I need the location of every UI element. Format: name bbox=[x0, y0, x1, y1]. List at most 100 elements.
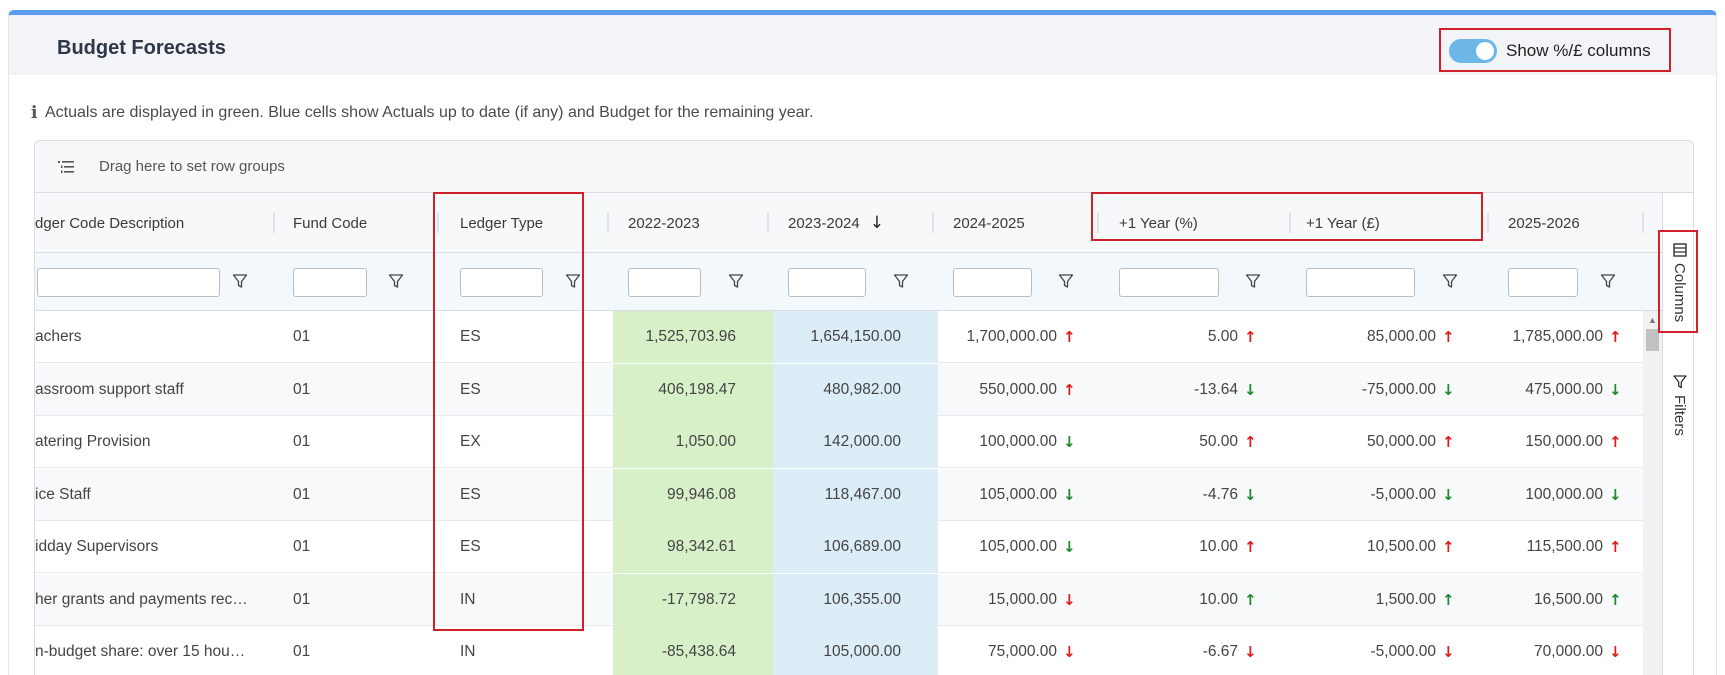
column-header-fund[interactable]: Fund Code bbox=[293, 193, 367, 253]
filter-input-desc[interactable] bbox=[37, 268, 220, 297]
cell-y2425: 100,000.00 ↓ bbox=[938, 416, 1102, 468]
table-row[interactable]: idday Supervisors 01 ES 98,342.61 106,689.00… bbox=[35, 521, 1662, 573]
arrow-down-icon: ↓ bbox=[1609, 380, 1622, 399]
cell-y2223: 1,050.00 bbox=[613, 416, 773, 468]
arrow-down-icon: ↓ bbox=[1442, 485, 1455, 504]
arrow-up-icon: ↑ bbox=[1063, 328, 1076, 346]
column-resize-handle[interactable] bbox=[1487, 213, 1489, 233]
filter-input-fund[interactable] bbox=[293, 268, 367, 297]
column-header-y2425[interactable]: 2024-2025 bbox=[953, 193, 1025, 253]
cell-fund: 01 bbox=[293, 469, 419, 521]
cell-y2324: 105,000.00 bbox=[773, 626, 938, 675]
cell-pct: -6.67 ↓ bbox=[1104, 626, 1291, 675]
cell-value: -13.64 bbox=[1194, 380, 1238, 398]
column-header-label: 2024-2025 bbox=[953, 214, 1025, 232]
cell-y2526: 16,500.00 ↑ bbox=[1493, 574, 1643, 626]
filter-icon[interactable] bbox=[232, 273, 248, 289]
cell-y2324: 1,654,150.00 bbox=[773, 311, 938, 363]
filter-icon[interactable] bbox=[1442, 273, 1458, 289]
arrow-up-icon: ↑ bbox=[1442, 328, 1455, 346]
cell-pct: -4.76 ↓ bbox=[1104, 469, 1291, 521]
cell-y2425: 75,000.00 ↓ bbox=[938, 626, 1102, 675]
column-resize-handle[interactable] bbox=[437, 213, 439, 233]
table-row[interactable]: assroom support staff 01 ES 406,198.47 480,9… bbox=[35, 363, 1662, 416]
cell-gbp: -75,000.00 ↓ bbox=[1291, 364, 1489, 416]
column-header-y2324[interactable]: 2023-2024 ↓ bbox=[788, 193, 884, 253]
column-header-label: 2023-2024 bbox=[788, 214, 860, 232]
arrow-down-icon: ↓ bbox=[1609, 485, 1622, 504]
cell-value: 150,000.00 bbox=[1525, 433, 1603, 450]
cell-value: ES bbox=[460, 538, 481, 555]
cell-value: 106,689.00 bbox=[823, 538, 901, 555]
cell-ledger: ES bbox=[460, 521, 595, 573]
row-group-text: Drag here to set row groups bbox=[99, 158, 285, 175]
sort-descending-icon[interactable]: ↓ bbox=[870, 213, 884, 233]
cell-value: 10,500.00 bbox=[1367, 538, 1436, 555]
filter-input-y2526[interactable] bbox=[1508, 268, 1578, 297]
column-header-desc[interactable]: dger Code Description bbox=[35, 193, 184, 253]
columns-tab[interactable]: Columns bbox=[1663, 243, 1693, 322]
filter-input-y2223[interactable] bbox=[628, 268, 701, 297]
cell-value: 50.00 bbox=[1199, 433, 1238, 450]
filter-icon[interactable] bbox=[1245, 273, 1261, 289]
table-row[interactable]: ice Staff 01 ES 99,946.08 118,467.00 105,000.… bbox=[35, 468, 1662, 521]
column-resize-handle[interactable] bbox=[1642, 213, 1644, 233]
cell-y2425: 1,700,000.00 ↑ bbox=[938, 311, 1102, 363]
column-resize-handle[interactable] bbox=[932, 213, 934, 233]
cell-gbp: 1,500.00 ↑ bbox=[1291, 574, 1489, 626]
arrow-up-icon: ↑ bbox=[1609, 590, 1622, 609]
table-row[interactable]: n-budget share: over 15 hou… 01 IN -85,438.… bbox=[35, 626, 1662, 675]
table-row[interactable]: atering Provision 01 EX 1,050.00 142,000.00 1… bbox=[35, 416, 1662, 468]
filter-icon[interactable] bbox=[728, 273, 744, 289]
cell-value: 70,000.00 bbox=[1534, 643, 1603, 660]
table-row[interactable]: achers 01 ES 1,525,703.96 1,654,150.00 1,700,… bbox=[35, 311, 1662, 363]
cell-value: ES bbox=[460, 328, 481, 345]
scroll-thumb[interactable] bbox=[1646, 329, 1659, 351]
filter-input-pct[interactable] bbox=[1119, 268, 1219, 297]
cell-ledger: IN bbox=[460, 574, 595, 626]
filter-icon[interactable] bbox=[893, 273, 909, 289]
show-columns-toggle[interactable] bbox=[1449, 39, 1497, 63]
cell-value: 100,000.00 bbox=[979, 433, 1057, 450]
cell-desc: ice Staff bbox=[35, 469, 259, 521]
info-note: i Actuals are displayed in green. Blue c… bbox=[31, 103, 813, 123]
filter-input-gbp[interactable] bbox=[1306, 268, 1415, 297]
side-tool-panel: Columns Filters bbox=[1662, 193, 1693, 675]
cell-value: ES bbox=[460, 380, 481, 398]
cell-value: 99,946.08 bbox=[667, 485, 736, 503]
cell-value: 1,654,150.00 bbox=[810, 328, 901, 345]
filter-icon[interactable] bbox=[1058, 273, 1074, 289]
column-resize-handle[interactable] bbox=[607, 213, 609, 233]
column-resize-handle[interactable] bbox=[273, 213, 275, 233]
column-resize-handle[interactable] bbox=[1097, 213, 1099, 233]
cell-value: -6.67 bbox=[1202, 643, 1238, 660]
column-resize-handle[interactable] bbox=[1289, 213, 1291, 233]
filter-input-ledger[interactable] bbox=[460, 268, 543, 297]
show-columns-toggle-wrap[interactable]: Show %/£ columns bbox=[1439, 29, 1692, 73]
filter-icon[interactable] bbox=[388, 273, 404, 289]
cell-y2223: 1,525,703.96 bbox=[613, 311, 773, 363]
column-header-row: dger Code Description Fund Code Ledger Typ… bbox=[35, 193, 1662, 253]
cell-fund: 01 bbox=[293, 574, 419, 626]
column-header-ledger[interactable]: Ledger Type bbox=[460, 193, 543, 253]
cell-pct: -13.64 ↓ bbox=[1104, 364, 1291, 416]
filter-input-y2425[interactable] bbox=[953, 268, 1032, 297]
row-group-drop-zone[interactable]: Drag here to set row groups bbox=[35, 141, 1693, 193]
filters-tab[interactable]: Filters bbox=[1663, 375, 1693, 436]
column-header-label: dger Code Description bbox=[35, 214, 185, 232]
filter-icon[interactable] bbox=[565, 273, 581, 289]
cell-value: -17,798.72 bbox=[661, 590, 736, 608]
grid-body: achers 01 ES 1,525,703.96 1,654,150.00 1,700,… bbox=[35, 311, 1662, 675]
column-header-pct[interactable]: +1 Year (%) bbox=[1119, 193, 1198, 253]
vertical-scrollbar[interactable]: ▲ bbox=[1643, 311, 1662, 675]
cell-desc: atering Provision bbox=[35, 416, 259, 468]
arrow-up-icon: ↑ bbox=[1609, 538, 1622, 556]
column-header-y2526[interactable]: 2025-2026 bbox=[1508, 193, 1580, 253]
scroll-up-icon[interactable]: ▲ bbox=[1648, 315, 1657, 325]
table-row[interactable]: her grants and payments rec… 01 IN -17,798.… bbox=[35, 573, 1662, 626]
filter-input-y2324[interactable] bbox=[788, 268, 866, 297]
column-header-y2223[interactable]: 2022-2023 bbox=[628, 193, 700, 253]
column-resize-handle[interactable] bbox=[767, 213, 769, 233]
column-header-gbp[interactable]: +1 Year (£) bbox=[1306, 193, 1380, 253]
filter-icon[interactable] bbox=[1600, 273, 1616, 289]
